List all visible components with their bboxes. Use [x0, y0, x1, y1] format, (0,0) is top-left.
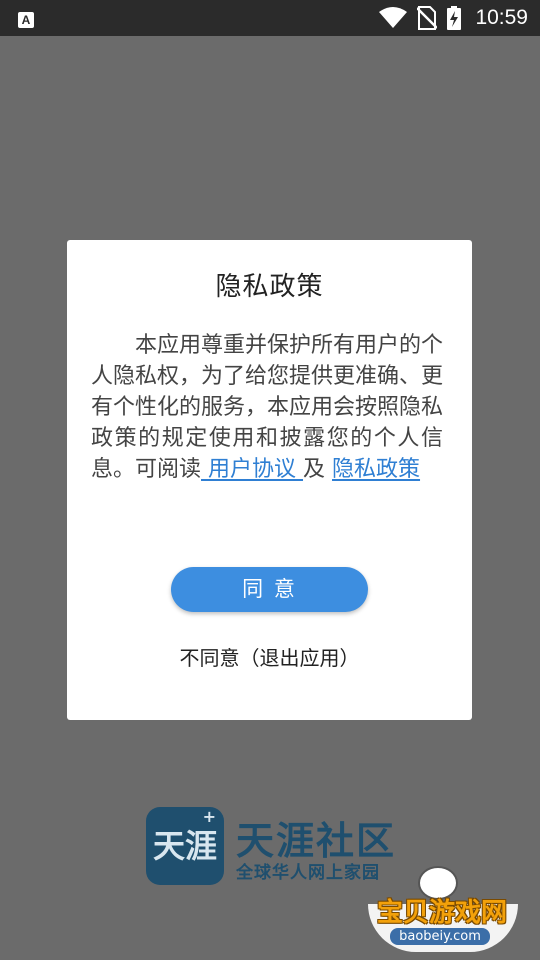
wifi-icon: [379, 7, 408, 29]
watermark-url: baobeiy.com: [390, 928, 490, 945]
watermark-title: 宝贝游戏网: [376, 898, 507, 928]
brand-logo: 天涯 +: [146, 807, 224, 885]
no-sim-icon: [417, 6, 438, 30]
clock: 10:59: [475, 6, 528, 29]
brand-logo-badge: +: [202, 807, 216, 826]
app-notification-icon: A: [18, 12, 34, 28]
agree-button[interactable]: 同 意: [171, 567, 368, 612]
brand-logo-text: 天涯: [152, 827, 217, 865]
watermark: 宝贝游戏网 baobeiy.com: [360, 864, 520, 954]
screen: A 10:59 隐私政策 本应用尊重并保护所有用户的个人隐私权，为了给您提供更准…: [0, 0, 540, 960]
conjunction-text: 及: [303, 457, 333, 482]
dialog-body: 本应用尊重并保护所有用户的个人隐私权，为了给您提供更准确、更有个性化的服务，本应…: [91, 330, 443, 485]
battery-charging-icon: [447, 6, 462, 30]
status-bar: A 10:59: [0, 0, 540, 36]
decline-button[interactable]: 不同意（退出应用）: [67, 642, 472, 671]
brand-slogan: 全球华人网上家园: [236, 863, 380, 883]
dialog-title: 隐私政策: [215, 272, 324, 302]
brand-name: 天涯社区: [236, 819, 397, 863]
privacy-dialog: 隐私政策 本应用尊重并保护所有用户的个人隐私权，为了给您提供更准确、更有个性化的…: [67, 240, 472, 720]
user-agreement-link[interactable]: 用户协议: [201, 457, 303, 482]
privacy-policy-link[interactable]: 隐私政策: [332, 457, 420, 482]
